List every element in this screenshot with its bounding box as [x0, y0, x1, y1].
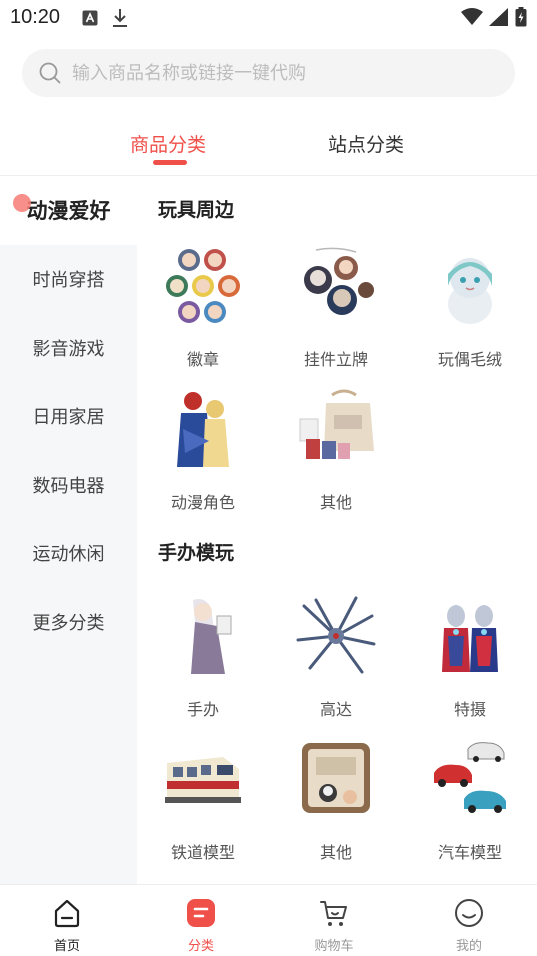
sidebar-item-label: 时尚穿搭: [32, 270, 105, 291]
category-item-label: 其他: [319, 843, 352, 862]
profile-icon: [455, 899, 483, 927]
sidebar-item-label: 更多分类: [32, 613, 105, 634]
category-item-label: 玩偶毛绒: [437, 350, 502, 369]
sidebar-item-fashion[interactable]: 时尚穿搭: [0, 245, 137, 313]
category-item-charms-stands[interactable]: 挂件立牌: [276, 246, 396, 376]
category-item-other-figures[interactable]: 其他: [276, 739, 396, 869]
nav-profile[interactable]: 我的: [429, 885, 509, 956]
sidebar-item-label: 运动休闲: [32, 544, 105, 565]
active-tab-indicator: [153, 160, 187, 165]
category-item-train-models[interactable]: 铁道模型: [143, 739, 263, 869]
charms-thumbnail: [296, 246, 376, 326]
category-item-label: 特摄: [453, 700, 486, 719]
sidebar-item-sports[interactable]: 运动休闲: [0, 519, 137, 587]
bottom-navigation: 首页 分类 购物车 我的: [0, 884, 537, 956]
category-icon: [187, 899, 215, 927]
nav-home-label: 首页: [53, 939, 80, 954]
badges-thumbnail: [163, 246, 243, 326]
sidebar-item-home-goods[interactable]: 日用家居: [0, 382, 137, 450]
nav-category-label: 分类: [187, 939, 214, 954]
nav-home[interactable]: 首页: [27, 885, 107, 956]
section-title-toys: 玩具周边: [158, 199, 235, 221]
other-toys-thumbnail: [296, 389, 376, 469]
wifi-icon: [461, 8, 483, 25]
search-input[interactable]: [72, 49, 502, 97]
status-bar: 10:20: [0, 0, 537, 36]
category-item-label: 动漫角色: [170, 493, 235, 512]
sidebar-item-anime-hobby[interactable]: 动漫爱好: [0, 176, 137, 244]
sidebar-item-media-games[interactable]: 影音游戏: [0, 314, 137, 382]
category-item-label: 铁道模型: [170, 843, 235, 862]
tab-site-category[interactable]: 站点分类: [328, 130, 404, 157]
status-notification-icons: [82, 8, 128, 28]
nav-cart-label: 购物车: [314, 939, 354, 954]
gundam-thumbnail: [296, 596, 376, 676]
car-models-thumbnail: [430, 739, 510, 819]
category-item-badges[interactable]: 徽章: [143, 246, 263, 376]
cart-icon: [320, 901, 347, 926]
download-icon: [113, 9, 127, 27]
category-item-car-models[interactable]: 汽车模型: [410, 739, 530, 869]
category-item-label: 高达: [319, 700, 352, 719]
keyboard-notification-icon: [82, 10, 98, 26]
search-icon: [39, 62, 61, 84]
category-item-other-toys[interactable]: 其他: [276, 389, 396, 519]
category-item-anime-characters[interactable]: 动漫角色: [143, 389, 263, 519]
signal-icon: [489, 8, 508, 26]
tokusatsu-thumbnail: [430, 596, 510, 676]
battery-icon: [515, 7, 527, 27]
nav-category[interactable]: 分类: [161, 885, 241, 956]
section-title-figures: 手办模玩: [158, 542, 235, 564]
status-time: 10:20: [10, 6, 61, 28]
category-item-figures[interactable]: 手办: [143, 596, 263, 726]
sidebar-item-label: 影音游戏: [32, 339, 105, 360]
figures-thumbnail: [163, 596, 243, 676]
nav-profile-label: 我的: [455, 939, 482, 954]
status-system-icons: [461, 7, 527, 27]
category-item-label: 手办: [186, 700, 219, 719]
category-item-label: 挂件立牌: [303, 350, 368, 369]
category-item-gundam[interactable]: 高达: [276, 596, 396, 726]
sidebar-item-label: 数码电器: [32, 476, 105, 497]
home-icon: [54, 899, 80, 928]
category-item-tokusatsu[interactable]: 特摄: [410, 596, 530, 726]
category-item-label: 其他: [319, 493, 352, 512]
category-item-plush[interactable]: 玩偶毛绒: [410, 246, 530, 376]
search-bar[interactable]: [22, 49, 515, 97]
category-tabs: 商品分类 站点分类: [0, 118, 537, 176]
tab-goods-category[interactable]: 商品分类: [130, 130, 206, 157]
other-figures-thumbnail: [296, 739, 376, 819]
sidebar-item-label: 动漫爱好: [26, 199, 111, 223]
active-marker-icon: [13, 194, 31, 212]
plush-thumbnail: [430, 246, 510, 326]
sidebar-item-electronics[interactable]: 数码电器: [0, 451, 137, 519]
category-item-label: 徽章: [186, 350, 219, 369]
category-item-label: 汽车模型: [437, 843, 502, 862]
category-sidebar: 动漫爱好 时尚穿搭 影音游戏 日用家居 数码电器 运动休闲 更多分类: [0, 176, 137, 884]
train-models-thumbnail: [163, 739, 243, 819]
sidebar-item-label: 日用家居: [32, 407, 105, 428]
nav-cart[interactable]: 购物车: [294, 885, 374, 956]
anime-characters-thumbnail: [163, 389, 243, 469]
sidebar-item-more[interactable]: 更多分类: [0, 588, 137, 656]
